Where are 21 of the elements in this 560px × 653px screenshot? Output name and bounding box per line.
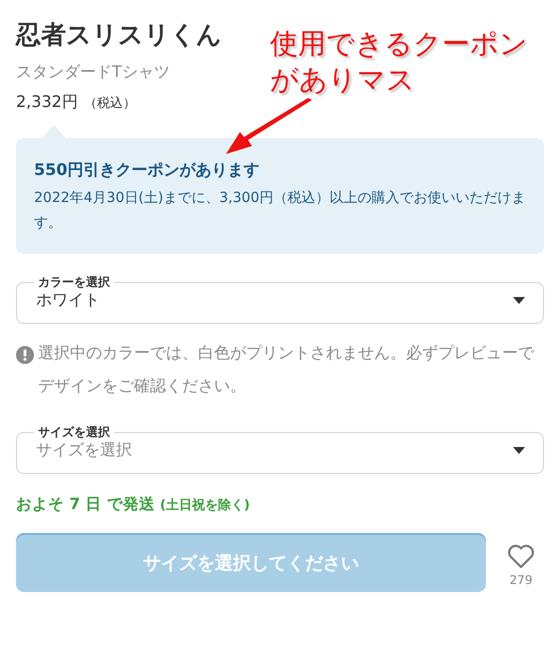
warning-text: 選択中のカラーでは、白色がプリントされません。必ずプレビューでデザインをご確認ください。 — [38, 342, 536, 397]
annotation-text: 使用できるクーポンがありマス — [270, 26, 529, 98]
price: 2,332円 — [16, 92, 78, 113]
select-value: ホワイト — [36, 290, 101, 311]
shipping-note: (土日祝を除く) — [160, 497, 250, 514]
product-title: 忍者スリスリくん — [16, 19, 222, 51]
coupon-description: 2022年4月30日(土)までに、3,300円（税込）以上の購入でお使いいただけます。 — [34, 189, 526, 233]
heart-icon[interactable] — [507, 544, 535, 569]
field-label: サイズを選択 — [37, 424, 111, 440]
shipping-estimate: およそ 7 日 で発送 — [16, 494, 155, 515]
exclamation-icon — [16, 346, 34, 364]
tax-note: （税込） — [84, 95, 136, 112]
dropdown-caret-icon — [513, 297, 525, 304]
field-label: カラーを選択 — [37, 274, 111, 290]
placeholder-text: サイズを選択 — [36, 440, 133, 461]
product-subtitle: スタンダードTシャツ — [16, 61, 170, 83]
coupon-title: 550円引きクーポンがあります — [34, 159, 260, 181]
favorite-count: 279 — [510, 573, 532, 587]
select-field[interactable]: カラーを選択 ホワイト — [16, 274, 544, 324]
select-field[interactable]: サイズを選択 サイズを選択 — [16, 424, 544, 474]
dropdown-caret-icon — [513, 447, 525, 454]
